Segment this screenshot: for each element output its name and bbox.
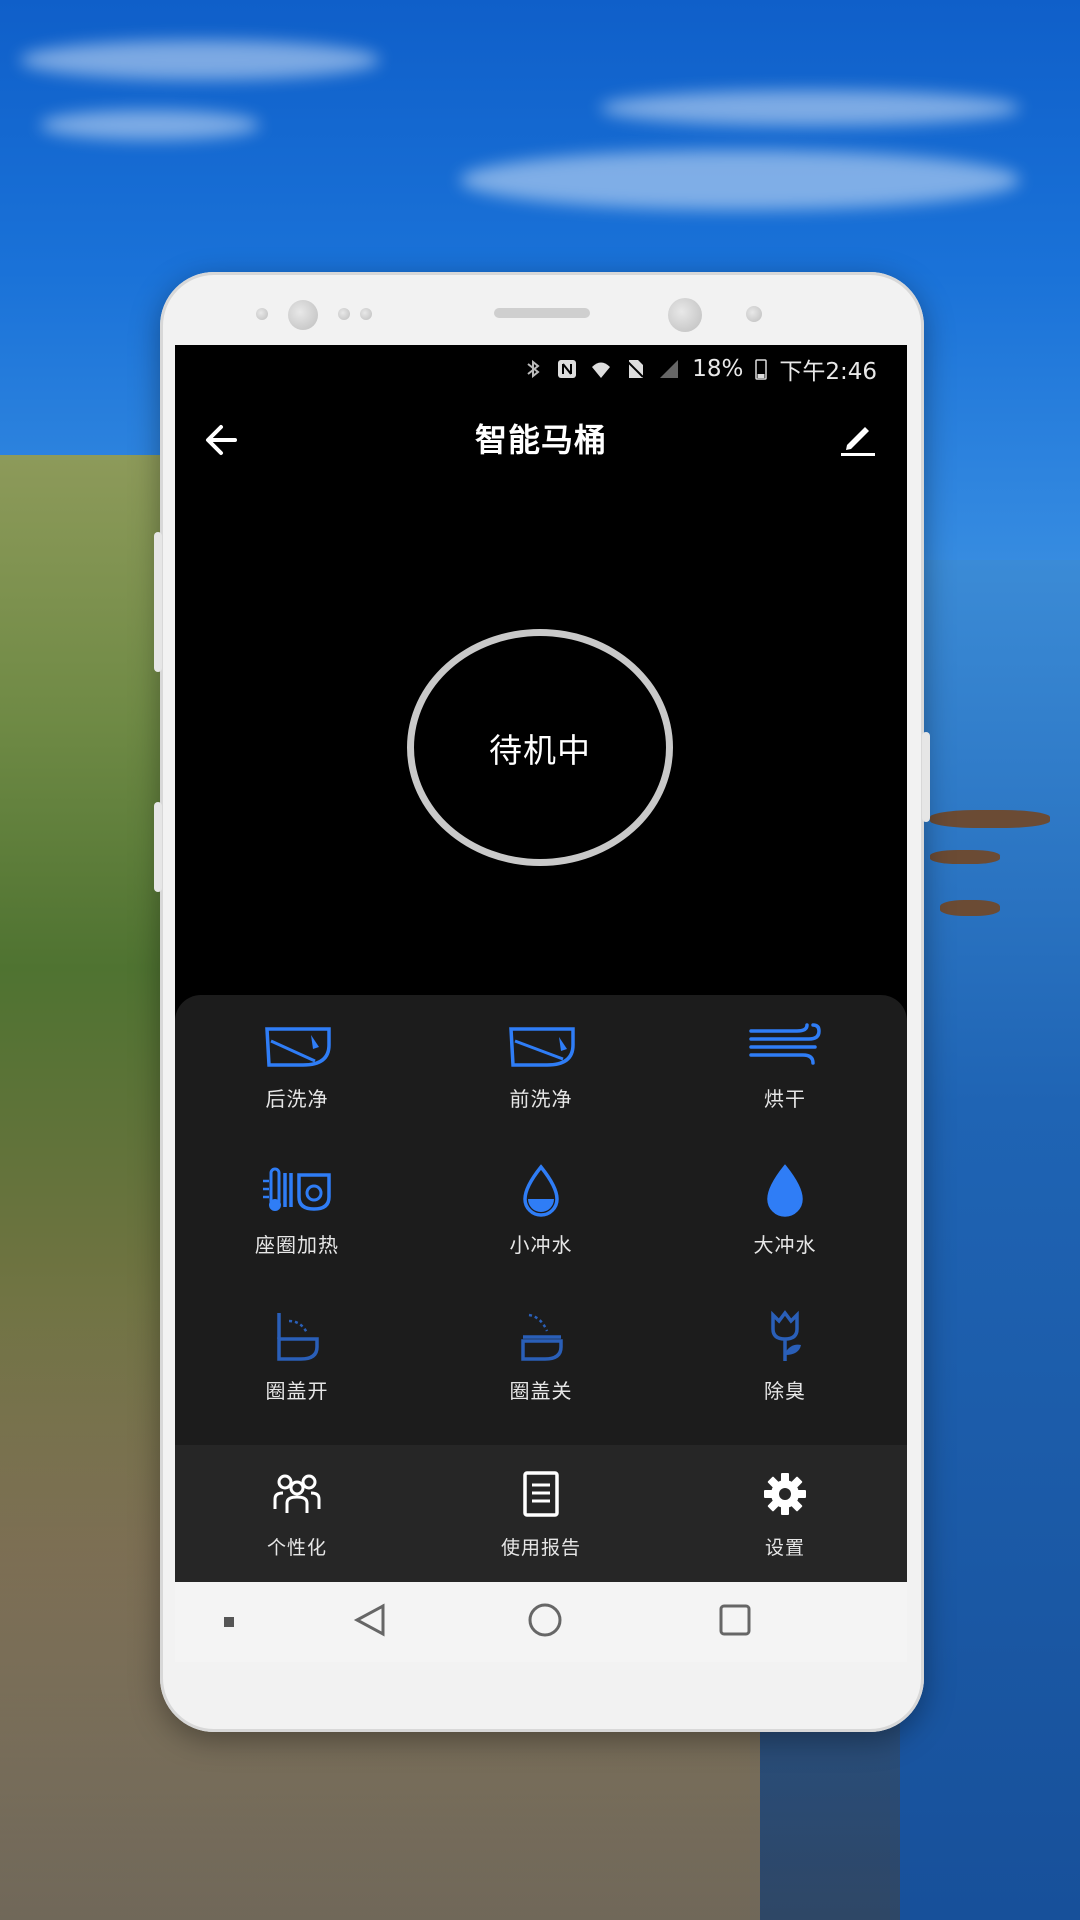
sensor bbox=[360, 308, 372, 320]
cloud bbox=[40, 110, 260, 140]
device-status-text: 待机中 bbox=[489, 730, 591, 770]
nav-label: 设置 bbox=[764, 1537, 805, 1559]
control-grid: 后洗净 前洗净 烘干 座圈加热 小冲水 大冲水 圈盖开 圈盖关 除臭 bbox=[175, 995, 907, 1435]
lid-close-icon bbox=[521, 1313, 563, 1361]
dry-wind-icon bbox=[749, 1023, 821, 1065]
nav-settings[interactable]: 设置 bbox=[663, 1445, 907, 1582]
wifi-icon bbox=[592, 362, 611, 378]
nav-label: 使用报告 bbox=[500, 1537, 581, 1559]
power-button bbox=[922, 732, 930, 822]
sensor bbox=[746, 306, 762, 322]
side-button bbox=[154, 802, 162, 892]
control-lid-open[interactable]: 圈盖开 bbox=[175, 1287, 419, 1433]
clock: 下午2:46 bbox=[779, 359, 877, 385]
control-dry[interactable]: 烘干 bbox=[663, 995, 907, 1141]
nav-home-icon[interactable] bbox=[525, 1600, 565, 1640]
big-flush-icon bbox=[767, 1164, 803, 1217]
control-label: 座圈加热 bbox=[255, 1233, 339, 1257]
edit-icon[interactable] bbox=[835, 415, 879, 459]
lid-open-icon bbox=[277, 1313, 319, 1361]
bluetooth-icon bbox=[527, 359, 540, 379]
sensor bbox=[256, 308, 268, 320]
nav-label: 个性化 bbox=[266, 1537, 327, 1559]
bottom-navigation: 个性化 使用报告 设置 bbox=[175, 1445, 907, 1582]
control-lid-close[interactable]: 圈盖关 bbox=[419, 1287, 663, 1433]
control-front-wash[interactable]: 前洗净 bbox=[419, 995, 663, 1141]
front-camera bbox=[288, 300, 318, 330]
nav-back-icon[interactable] bbox=[351, 1600, 391, 1640]
control-panel: 后洗净 前洗净 烘干 座圈加热 小冲水 大冲水 圈盖开 圈盖关 除臭 bbox=[175, 995, 907, 1445]
control-label: 大冲水 bbox=[753, 1233, 817, 1257]
control-label: 圈盖关 bbox=[509, 1379, 573, 1403]
app-screen: 18% 下午2:46 智能马桶 待机中 后洗净 前洗净 烘干 座圈加热 小冲水 … bbox=[175, 345, 907, 1582]
cloud bbox=[600, 90, 1020, 126]
phone-frame: 18% 下午2:46 智能马桶 待机中 后洗净 前洗净 烘干 座圈加热 小冲水 … bbox=[154, 272, 930, 1732]
report-icon bbox=[523, 1471, 559, 1517]
battery-percent: 18% bbox=[692, 356, 744, 382]
control-label: 圈盖开 bbox=[265, 1379, 329, 1403]
signal-icon bbox=[660, 360, 679, 378]
battery-icon bbox=[755, 359, 768, 380]
status-bar: 18% 下午2:46 bbox=[175, 345, 907, 393]
seat-heating-icon bbox=[263, 1167, 331, 1211]
camera bbox=[668, 298, 702, 332]
nav-personalize[interactable]: 个性化 bbox=[175, 1445, 419, 1582]
control-small-flush[interactable]: 小冲水 bbox=[419, 1141, 663, 1287]
device-status-ring: 待机中 bbox=[407, 629, 673, 866]
sensor bbox=[338, 308, 350, 320]
nfc-icon bbox=[558, 360, 577, 378]
earpiece-speaker bbox=[494, 308, 590, 318]
page-title: 智能马桶 bbox=[474, 421, 607, 459]
control-label: 后洗净 bbox=[265, 1087, 329, 1111]
control-label: 小冲水 bbox=[509, 1233, 573, 1257]
control-seat-heating[interactable]: 座圈加热 bbox=[175, 1141, 419, 1287]
no-sim-icon bbox=[626, 360, 644, 378]
users-icon bbox=[273, 1474, 321, 1513]
nav-recents-icon[interactable] bbox=[715, 1600, 755, 1640]
control-label: 烘干 bbox=[764, 1087, 806, 1111]
small-flush-icon bbox=[523, 1164, 559, 1217]
control-deodorize[interactable]: 除臭 bbox=[663, 1287, 907, 1433]
control-rear-wash[interactable]: 后洗净 bbox=[175, 995, 419, 1141]
control-big-flush[interactable]: 大冲水 bbox=[663, 1141, 907, 1287]
system-navigation-bar bbox=[175, 1582, 907, 1662]
control-label: 前洗净 bbox=[509, 1087, 573, 1111]
rock bbox=[940, 900, 1000, 916]
control-label: 除臭 bbox=[764, 1379, 806, 1403]
rear-wash-icon bbox=[265, 1027, 331, 1067]
cloud bbox=[460, 150, 1020, 210]
cloud bbox=[20, 40, 380, 80]
front-wash-icon bbox=[509, 1027, 575, 1067]
volume-button bbox=[154, 532, 162, 672]
gear-icon bbox=[764, 1473, 806, 1515]
nav-usage-report[interactable]: 使用报告 bbox=[419, 1445, 663, 1582]
rock bbox=[930, 810, 1050, 828]
deodorize-icon bbox=[771, 1310, 801, 1361]
rock bbox=[930, 850, 1000, 864]
dot-icon[interactable] bbox=[223, 1616, 235, 1628]
app-bar: 智能马桶 bbox=[175, 393, 907, 485]
